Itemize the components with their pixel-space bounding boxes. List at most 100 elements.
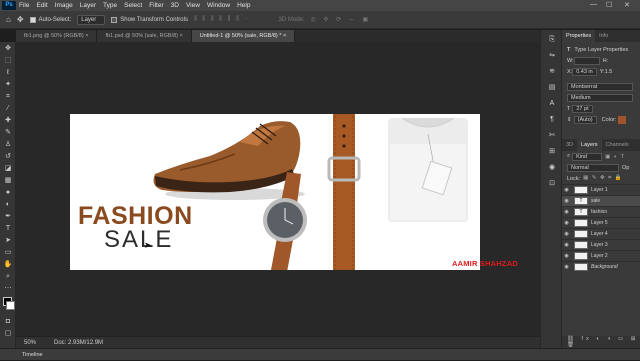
align-icons[interactable]: ⫼ ⫼ ⫼ ⫼ ⫼ ⫼ ⋯ bbox=[194, 16, 253, 23]
swatches-icon[interactable]: ▤ bbox=[545, 82, 559, 94]
history-icon[interactable]: ⎘ bbox=[545, 34, 559, 46]
font-size-select[interactable]: 27 pt bbox=[572, 104, 593, 113]
tab-3d[interactable]: 3D bbox=[562, 139, 577, 151]
healing-icon[interactable]: ✚ bbox=[2, 115, 14, 126]
background-color-swatch[interactable] bbox=[6, 301, 15, 310]
tab-info[interactable]: Info bbox=[595, 30, 612, 42]
filter-icons[interactable]: ▣ ◐ T bbox=[605, 154, 625, 160]
brush-settings-icon[interactable]: ≋ bbox=[545, 66, 559, 78]
eye-icon[interactable]: ◉ bbox=[562, 209, 571, 215]
color-icon[interactable]: ◉ bbox=[545, 162, 559, 174]
adjustments-icon[interactable]: ⇋ bbox=[545, 50, 559, 62]
maximize-icon[interactable]: ☐ bbox=[606, 1, 612, 9]
tab-fb1-png[interactable]: fb1.png @ 50% (RGB/8) × bbox=[16, 30, 98, 42]
canvas-area[interactable]: FASHION SALE ➤ bbox=[16, 42, 540, 336]
3d-mode-icons[interactable]: ◎ ✣ ⟳ ⇔ ▣ bbox=[311, 16, 372, 23]
tab-fb1-psd[interactable]: fb1.psd @ 50% (sale, RGB/8) × bbox=[97, 30, 192, 42]
hand-icon[interactable]: ✋ bbox=[2, 259, 14, 270]
marquee-icon[interactable]: ⬚ bbox=[2, 55, 14, 66]
pen-icon[interactable]: ✒ bbox=[2, 211, 14, 222]
tab-channels[interactable]: Channels bbox=[602, 139, 633, 151]
layer-row-layer-5[interactable]: ◉ Layer 5 bbox=[562, 217, 640, 228]
paths-icon[interactable]: ⊡ bbox=[545, 178, 559, 190]
type-icon[interactable]: T bbox=[2, 223, 14, 234]
minimize-icon[interactable]: — bbox=[590, 1, 597, 8]
eye-icon[interactable]: ◉ bbox=[562, 264, 571, 270]
timeline-panel-tab[interactable]: Timeline bbox=[0, 348, 640, 360]
y-field[interactable]: 1.5 bbox=[605, 69, 613, 75]
lasso-icon[interactable]: ℓ bbox=[2, 67, 14, 78]
sale-text-layer[interactable]: SALE bbox=[104, 226, 173, 254]
close-tab-icon[interactable]: × bbox=[85, 33, 88, 39]
history-brush-icon[interactable]: ↺ bbox=[2, 151, 14, 162]
auto-select-checkbox[interactable]: Auto-Select: bbox=[29, 16, 71, 23]
move-icon[interactable]: ✥ bbox=[2, 43, 14, 54]
menu-image[interactable]: Image bbox=[55, 2, 73, 9]
eye-icon[interactable]: ◉ bbox=[562, 231, 571, 237]
menu-edit[interactable]: Edit bbox=[36, 2, 47, 9]
leading-select[interactable]: (Auto) bbox=[573, 115, 597, 124]
text-color-swatch[interactable] bbox=[618, 115, 627, 124]
crop-icon[interactable]: ⌗ bbox=[2, 91, 14, 102]
close-tab-icon[interactable]: × bbox=[283, 33, 286, 39]
dodge-icon[interactable]: ◐ bbox=[2, 199, 14, 210]
tab-layers[interactable]: Layers bbox=[577, 139, 602, 151]
glyphs-icon[interactable]: ✄ bbox=[545, 130, 559, 142]
menu-filter[interactable]: Filter bbox=[149, 2, 163, 9]
show-transform-checkbox[interactable]: Show Transform Controls bbox=[111, 16, 188, 23]
path-select-icon[interactable]: ➤ bbox=[2, 235, 14, 246]
menu-3d[interactable]: 3D bbox=[171, 2, 179, 9]
tab-properties[interactable]: Properties bbox=[562, 30, 596, 42]
zoom-icon[interactable]: ⌕ bbox=[2, 271, 14, 282]
document-canvas[interactable]: FASHION SALE ➤ bbox=[70, 114, 480, 270]
close-icon[interactable]: ✕ bbox=[624, 1, 630, 9]
layer-row-layer-1[interactable]: ◉ Layer 1 bbox=[562, 184, 640, 195]
layer-row-layer-4[interactable]: ◉ Layer 4 bbox=[562, 228, 640, 239]
libraries-icon[interactable]: ⊞ bbox=[545, 146, 559, 158]
shape-icon[interactable]: ▭ bbox=[2, 247, 14, 258]
menu-help[interactable]: Help bbox=[237, 2, 250, 9]
character-icon[interactable]: A bbox=[545, 98, 559, 110]
font-family-select[interactable]: Montserrat bbox=[567, 82, 633, 91]
blend-mode-select[interactable]: Normal bbox=[567, 163, 619, 172]
move-tool-icon[interactable]: ✥ bbox=[17, 15, 24, 24]
auto-select-dropdown[interactable]: Layer bbox=[77, 14, 106, 25]
home-icon[interactable]: ⌂ bbox=[6, 15, 11, 24]
doc-size[interactable]: Doc: 2.93M/12.9M bbox=[54, 340, 103, 346]
layers-footer-icons[interactable]: ⛓ fx ◐ ◑ ▭ ⊞ 🗑 bbox=[562, 336, 640, 348]
layer-row-background[interactable]: ◉ Background bbox=[562, 261, 640, 272]
menu-select[interactable]: Select bbox=[124, 2, 142, 9]
paragraph-icon[interactable]: ¶ bbox=[545, 114, 559, 126]
brush-icon[interactable]: ✎ bbox=[2, 127, 14, 138]
close-tab-icon[interactable]: × bbox=[180, 33, 183, 39]
eyedropper-icon[interactable]: ⁄ bbox=[2, 103, 14, 114]
gradient-icon[interactable]: ▦ bbox=[2, 175, 14, 186]
lock-icons[interactable]: ▦ ✎ ✥ ⌗ 🔒 bbox=[583, 175, 622, 182]
eraser-icon[interactable]: ◪ bbox=[2, 163, 14, 174]
layer-filter-select[interactable]: Kind bbox=[572, 152, 603, 161]
x-field[interactable]: 0.43 in bbox=[572, 67, 597, 76]
more-tools-icon[interactable]: ⋯ bbox=[2, 283, 14, 294]
font-style-select[interactable]: Medium bbox=[567, 93, 633, 102]
eye-icon[interactable]: ◉ bbox=[562, 253, 571, 259]
blur-icon[interactable]: ● bbox=[2, 187, 14, 198]
menu-view[interactable]: View bbox=[186, 2, 200, 9]
layer-row-fashion[interactable]: ◉ T fashion bbox=[562, 206, 640, 217]
tab-untitled-1[interactable]: Untitled-1 @ 50% (sale, RGB/8) * × bbox=[191, 30, 296, 42]
color-swatches[interactable] bbox=[2, 296, 15, 314]
menu-file[interactable]: File bbox=[19, 2, 29, 9]
layer-row-sale[interactable]: ◉ T sale bbox=[562, 195, 640, 206]
menu-layer[interactable]: Layer bbox=[80, 2, 96, 9]
magic-wand-icon[interactable]: ✦ bbox=[2, 79, 14, 90]
screen-mode-icon[interactable]: ▢ bbox=[2, 328, 14, 339]
eye-icon[interactable]: ◉ bbox=[562, 187, 571, 193]
eye-icon[interactable]: ◉ bbox=[562, 220, 571, 226]
eye-icon[interactable]: ◉ bbox=[562, 242, 571, 248]
menu-type[interactable]: Type bbox=[103, 2, 117, 9]
menu-window[interactable]: Window bbox=[207, 2, 230, 9]
quick-mask-icon[interactable]: ◘ bbox=[2, 316, 14, 327]
zoom-level[interactable]: 50% bbox=[24, 340, 36, 346]
stamp-icon[interactable]: ♙ bbox=[2, 139, 14, 150]
layer-row-layer-2[interactable]: ◉ Layer 2 bbox=[562, 250, 640, 261]
eye-icon[interactable]: ◉ bbox=[562, 198, 571, 204]
